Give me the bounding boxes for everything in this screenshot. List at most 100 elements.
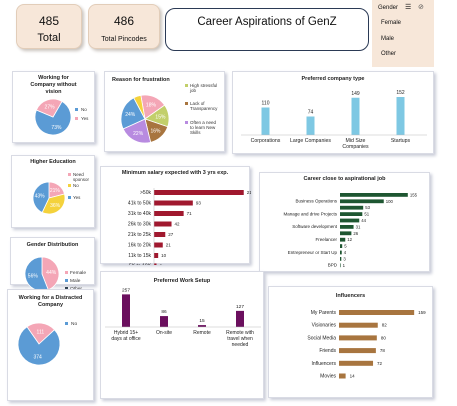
data-label: 82 [382, 323, 388, 328]
data-label: 12 [347, 237, 352, 242]
tick-label: Software development [292, 224, 338, 229]
data-label: 155 [410, 192, 418, 197]
dashboard-title-text: Career Aspirations of GenZ [197, 16, 337, 28]
clear-filter-icon[interactable]: ⊘ [418, 3, 424, 11]
legend-label: No [71, 321, 77, 327]
bar [154, 190, 244, 195]
legend-swatch [65, 322, 68, 325]
data-label: 26 [353, 231, 358, 236]
bar [340, 212, 363, 216]
data-label: 27 [168, 232, 174, 237]
data-label: 53 [365, 205, 370, 210]
data-label: 6 [160, 264, 163, 266]
tick-label: Entrepreneur or Start Up [288, 250, 338, 255]
pie-slice-label: 16% [151, 128, 162, 134]
bar [340, 263, 341, 268]
tick-label: 11k to 15k [128, 253, 151, 259]
pie-slice-label: 18% [146, 102, 157, 108]
tick-label: Large Companies [290, 138, 331, 144]
legend-swatch [65, 271, 68, 274]
data-label: 1 [343, 263, 346, 268]
legend-swatch [65, 279, 68, 282]
data-label: 159 [418, 310, 426, 315]
data-label: 80 [381, 335, 387, 340]
pie-slice-label: 374 [33, 354, 42, 360]
company-type-bar-chart: 110Corporations74Large Companies149Mid S… [241, 90, 427, 150]
data-label: 5 [344, 244, 347, 249]
bar [351, 97, 360, 135]
legend-swatch [185, 121, 188, 124]
bar [339, 322, 378, 328]
data-label: 3 [343, 256, 346, 261]
multi-select-icon[interactable]: ☰ [405, 3, 411, 11]
data-label: 42 [175, 222, 181, 227]
gender-slicer[interactable]: Gender ☰ ⊘ Female Male Other [372, 0, 434, 67]
bar [154, 211, 184, 216]
bar [340, 237, 346, 242]
legend-label: No [73, 183, 79, 188]
slicer-item[interactable]: Female [381, 20, 401, 26]
bar [339, 335, 377, 341]
data-label: 10 [161, 253, 167, 258]
legend-label: Male [70, 278, 81, 284]
data-label: 74 [308, 110, 314, 116]
tick-label: Visionaries [312, 323, 337, 329]
bar [340, 193, 408, 197]
chart-card-education: Higher Education 21% 36% 43% Need sponsor No Y… [11, 155, 95, 228]
kpi-total-value: 485 [38, 14, 60, 28]
bar [339, 348, 376, 354]
pie-slice-label: 15% [155, 115, 166, 121]
tick-label: Business Operations [295, 199, 337, 204]
pie-slice-label: 73% [51, 125, 62, 131]
chart-card-company-type: Preferred company type 110 Corporations 74… [232, 71, 434, 154]
slicer-item[interactable]: Other [381, 51, 396, 57]
data-label: 31 [356, 224, 361, 229]
legend-swatch [68, 196, 71, 199]
legend-label: No [81, 107, 87, 112]
kpi-total-label: Total [37, 32, 61, 44]
vision-pie-chart: 73% 27% No Yes [34, 98, 89, 136]
data-label: 127 [236, 304, 244, 310]
data-label: 215 [247, 190, 251, 195]
data-label: 152 [396, 90, 405, 96]
tick-label: On-site [156, 330, 172, 336]
bar [154, 242, 163, 248]
education-pie-chart: 21% 36% 43% Need sponsorNo Yes [32, 172, 90, 215]
data-label: 93 [196, 201, 202, 206]
legend-label: Female [70, 270, 86, 276]
data-label: 149 [351, 91, 360, 97]
bar [396, 97, 405, 135]
data-label: 257 [122, 287, 130, 293]
data-label: 14 [350, 374, 356, 379]
work-setup-bar-chart: 2578615127Hybrid 15+days at officeOn-sit… [105, 287, 261, 348]
data-label: 86 [161, 309, 167, 315]
chart-card-distracted: Working for a Distracted Company 111 374 N… [7, 289, 94, 401]
legend-swatch [75, 108, 78, 111]
tick-label: 26k to 30k [128, 222, 152, 228]
data-label: 15 [199, 318, 205, 324]
legend-swatch [68, 184, 71, 187]
bar [154, 253, 159, 258]
legend-swatch [75, 117, 78, 120]
bar [340, 257, 342, 261]
bar [340, 250, 342, 255]
tick-label: My Parents [311, 310, 337, 316]
pie-slice-label: 22% [133, 131, 144, 137]
tick-label: Freelancer [315, 237, 337, 242]
frustration-pie-chart: 18% 15% 16% 22% 24% High stressful job Lack of T… [120, 83, 218, 144]
bar [154, 200, 193, 206]
bar [160, 316, 168, 327]
chart-card-vision: Working for Company without vision 73% 27… [12, 71, 95, 143]
kpi-pincodes-label: Total Pincodes [101, 36, 147, 43]
pie-slice-label: 24% [125, 112, 136, 118]
tick-label: Manage and drive Projects [283, 211, 337, 216]
slicer-item[interactable]: Male [381, 36, 394, 42]
tick-label: >50k [140, 190, 151, 196]
tick-label: Influencers [312, 361, 337, 367]
bar [154, 263, 157, 265]
tick-label: Companies [342, 144, 369, 150]
pie-slice-label: 56% [28, 274, 39, 280]
pie-slice-label: 111 [37, 329, 45, 335]
kpi-pincodes-value: 486 [113, 14, 135, 28]
salary-bar-chart: >50k 215 41k to 50k 93 31k to 40k 71 26k to 30… [128, 188, 251, 266]
